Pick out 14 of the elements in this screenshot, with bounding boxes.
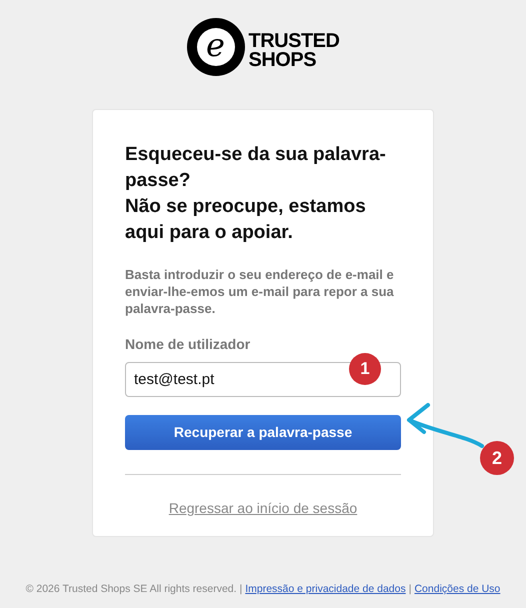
logo-wordmark: TRUSTED xyxy=(248,32,340,51)
logo-letter: e xyxy=(206,29,225,61)
instructions-text: Basta introduzir o seu endereço de e-mail e enviar-lhe-emos um e-mail para repor a sua palavra-passe. xyxy=(125,266,395,317)
annotation-marker: 2 xyxy=(480,441,514,475)
recover-button[interactable]: Recuperar a palavra-passe xyxy=(125,415,401,450)
heading: Esqueceu-se da sua palavra-passe? xyxy=(125,143,387,193)
copyright-text: © 2026 Trusted Shops SE All rights reserved. | xyxy=(26,582,242,598)
back-to-login-link[interactable]: Regressar ao início de sessão xyxy=(168,498,358,519)
heading: Não se preocupe, estamos aqui para o apoiar. xyxy=(125,195,367,245)
field-label: Nome de utilizador xyxy=(125,335,252,354)
footer-link[interactable]: Condições de Uso xyxy=(414,582,500,598)
logo-wordmark: SHOPS xyxy=(248,51,318,70)
footer-link[interactable]: Impressão e privacidade de dados xyxy=(245,582,406,598)
separator-text: | xyxy=(408,582,412,598)
